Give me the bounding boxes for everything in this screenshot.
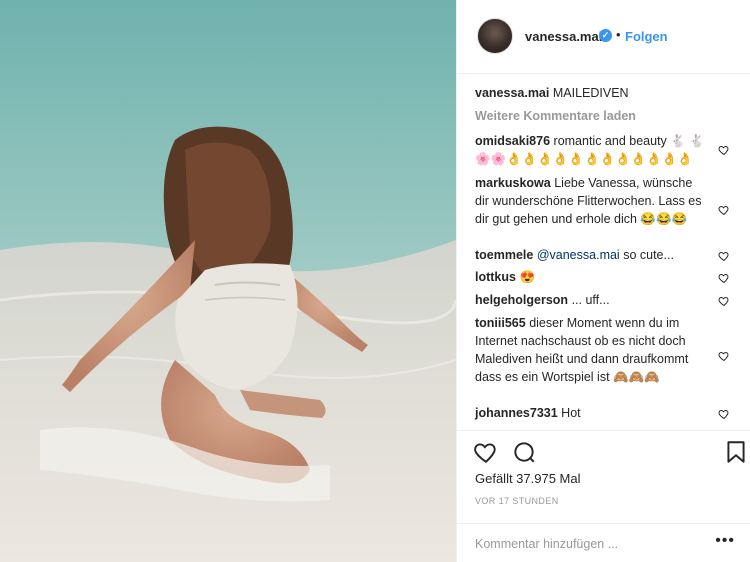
comment-text: ... uff... xyxy=(571,293,610,307)
comment-like-heart-icon[interactable] xyxy=(718,204,730,216)
post-details-panel: vanessa.mai ✓ • Folgen vanessa.mai MAILE… xyxy=(456,0,750,562)
comment-text: Hot xyxy=(561,406,581,420)
comment-item: toemmele @vanessa.mai so cute... xyxy=(475,246,705,264)
ellipsis-icon[interactable]: ••• xyxy=(715,532,735,550)
comment-like-heart-icon[interactable] xyxy=(718,295,730,307)
caption-username[interactable]: vanessa.mai xyxy=(475,86,549,100)
comment-like-heart-icon[interactable] xyxy=(718,250,730,262)
comment-text: 😍 xyxy=(519,270,536,284)
comment-item: toniii565 dieser Moment wenn du im Inter… xyxy=(475,314,705,386)
heart-icon[interactable] xyxy=(473,439,499,465)
caption: vanessa.mai MAILEDIVEN xyxy=(475,86,629,100)
comment-item: markuskowa Liebe Vanessa, wünsche dir wu… xyxy=(475,174,705,228)
post-header: vanessa.mai ✓ • Folgen xyxy=(457,0,750,74)
comment-username[interactable]: johannes7331 xyxy=(475,406,558,420)
comment-item: helgeholgerson ... uff... xyxy=(475,291,705,309)
header-username[interactable]: vanessa.mai xyxy=(525,29,602,44)
comment-text: so cute... xyxy=(623,248,674,262)
add-comment-section: ••• xyxy=(457,523,750,562)
caption-text: MAILEDIVEN xyxy=(552,86,629,100)
follow-button[interactable]: Folgen xyxy=(625,29,668,44)
post-photo[interactable] xyxy=(0,0,456,562)
comment-input[interactable] xyxy=(475,534,675,554)
comment-like-heart-icon[interactable] xyxy=(718,350,730,362)
comment-like-heart-icon[interactable] xyxy=(718,272,730,284)
post-actions: Gefällt 37.975 Mal VOR 17 STUNDEN ••• xyxy=(457,430,750,562)
beach-photo-illustration xyxy=(0,0,456,562)
comment-username[interactable]: toemmele xyxy=(475,248,533,262)
comment-item: johannes7331 Hot xyxy=(475,404,705,422)
post-timestamp[interactable]: VOR 17 STUNDEN xyxy=(475,496,559,506)
avatar[interactable] xyxy=(477,18,513,54)
separator-dot: • xyxy=(616,27,621,42)
bookmark-icon[interactable] xyxy=(723,439,749,465)
comment-item: omidsaki876 romantic and beauty 🐇 🐇🌸🌸👌👌👌… xyxy=(475,132,705,168)
comment-item: lottkus 😍 xyxy=(475,268,705,286)
comment-username[interactable]: lottkus xyxy=(475,270,516,284)
comment-username[interactable]: omidsaki876 xyxy=(475,134,550,148)
verified-badge-icon: ✓ xyxy=(599,29,612,42)
comment-username[interactable]: helgeholgerson xyxy=(475,293,568,307)
load-more-comments-button[interactable]: Weitere Kommentare laden xyxy=(475,109,636,123)
comment-mention[interactable]: @vanessa.mai xyxy=(537,248,620,262)
likes-count[interactable]: Gefällt 37.975 Mal xyxy=(475,471,581,486)
comment-icon[interactable] xyxy=(511,439,537,465)
comment-username[interactable]: markuskowa xyxy=(475,176,551,190)
comment-like-heart-icon[interactable] xyxy=(718,408,730,420)
comment-like-heart-icon[interactable] xyxy=(718,144,730,156)
comment-username[interactable]: toniii565 xyxy=(475,316,526,330)
